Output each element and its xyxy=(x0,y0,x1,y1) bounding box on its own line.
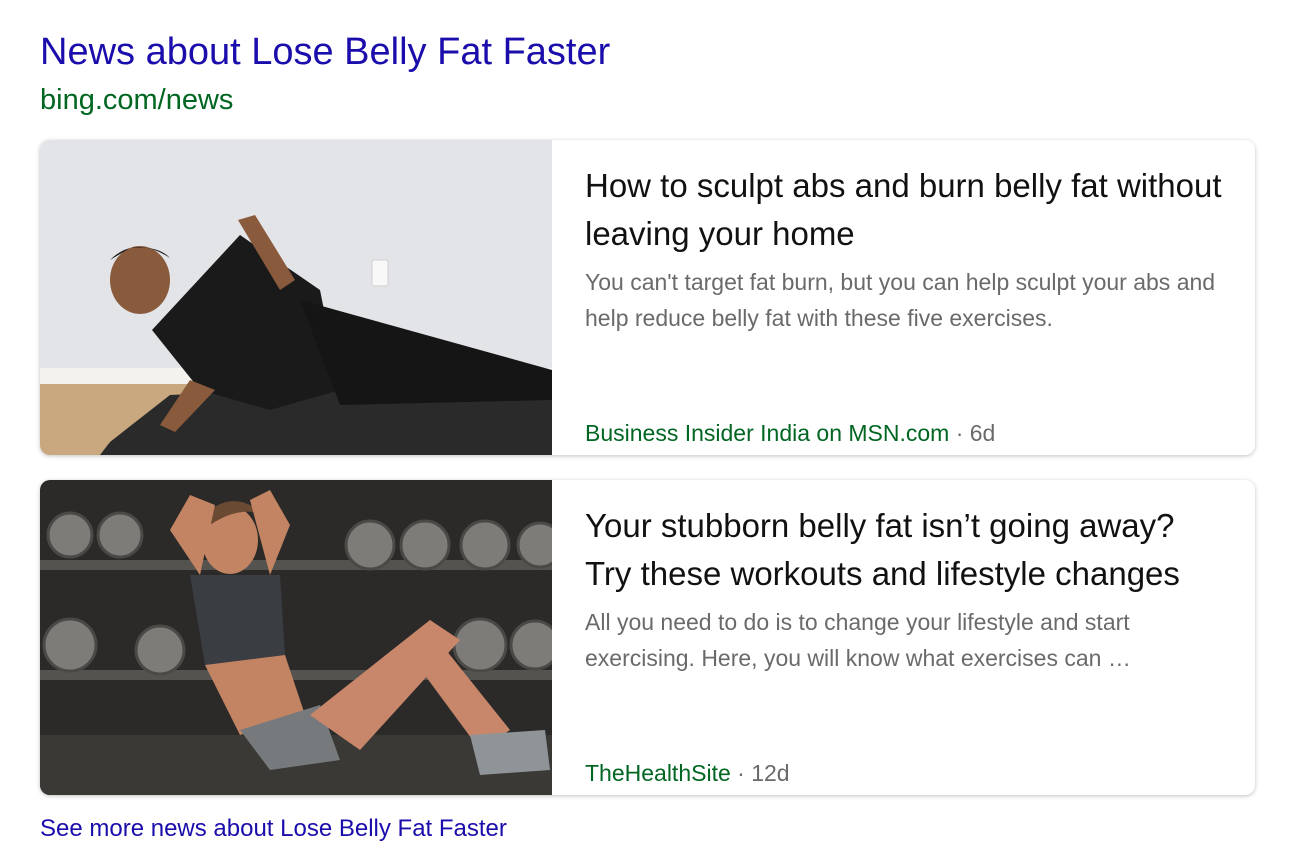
news-card[interactable]: Your stubborn belly fat isn’t going away… xyxy=(40,480,1255,795)
news-card-age: · 6d xyxy=(949,420,996,446)
news-card-source[interactable]: TheHealthSite xyxy=(585,760,731,786)
news-section-url: bing.com/news xyxy=(40,84,234,116)
news-card-snippet: All you need to do is to change your lif… xyxy=(585,609,1131,671)
news-section-title[interactable]: News about Lose Belly Fat Faster xyxy=(40,28,610,76)
news-card-title[interactable]: How to sculpt abs and burn belly fat wit… xyxy=(585,162,1225,258)
see-more-news-link[interactable]: See more news about Lose Belly Fat Faste… xyxy=(40,813,507,845)
news-thumbnail[interactable] xyxy=(40,480,552,795)
news-card-snippet: You can't target fat burn, but you can h… xyxy=(585,269,1216,331)
news-card-source-line: Business Insider India on MSN.com · 6d xyxy=(585,418,995,448)
news-card-text: How to sculpt abs and burn belly fat wit… xyxy=(585,162,1225,446)
news-thumbnail[interactable] xyxy=(40,140,552,455)
news-card-text: Your stubborn belly fat isn’t going away… xyxy=(585,502,1225,786)
news-card-age: · 12d xyxy=(730,760,790,786)
news-card[interactable]: How to sculpt abs and burn belly fat wit… xyxy=(40,140,1255,455)
news-card-source[interactable]: Business Insider India on MSN.com xyxy=(585,420,949,446)
news-card-title[interactable]: Your stubborn belly fat isn’t going away… xyxy=(585,502,1225,598)
news-card-source-line: TheHealthSite · 12d xyxy=(585,758,790,788)
